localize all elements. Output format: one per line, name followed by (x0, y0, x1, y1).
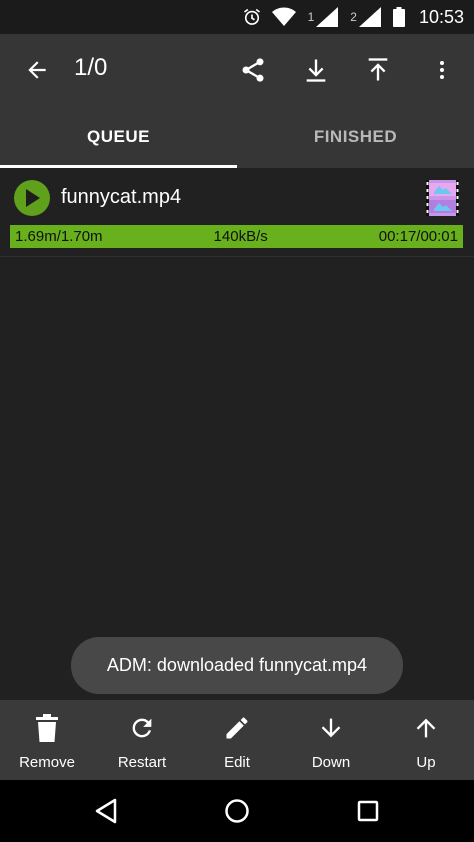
download-speed: 140kB/s (213, 228, 268, 245)
restart-button[interactable]: Restart (95, 700, 189, 780)
tab-finished[interactable]: FINISHED (237, 106, 474, 168)
download-time: 00:17/00:01 (378, 228, 458, 245)
share-button[interactable] (231, 48, 275, 92)
move-down-button[interactable]: Down (284, 700, 378, 780)
sim2-label: 2 (350, 10, 357, 24)
progress-text: 1.69m/1.70m 140kB/s 00:17/00:01 (10, 225, 463, 248)
roaming-indicator: R (322, 4, 330, 15)
move-up-button[interactable]: Up (379, 700, 473, 780)
tab-indicator (0, 165, 237, 168)
downloaded-size: 1.69m/1.70m (15, 228, 103, 245)
play-button[interactable] (14, 180, 50, 216)
video-file-icon (426, 180, 459, 216)
back-button[interactable] (15, 48, 59, 92)
edit-button[interactable]: Edit (190, 700, 284, 780)
circle-home-icon (225, 799, 249, 823)
sim2-signal: 2 (350, 7, 381, 27)
signal-icon: R (316, 4, 339, 27)
arrow-up-icon (416, 718, 436, 738)
arrow-down-icon (321, 718, 341, 738)
download-count: 1/0 (74, 54, 108, 81)
signal-icon (358, 7, 381, 27)
trash-icon (36, 714, 58, 742)
toolbar: 1/0 (0, 34, 474, 106)
remove-button[interactable]: Remove (0, 700, 94, 780)
download-icon (306, 59, 326, 82)
share-icon (242, 58, 264, 82)
edit-label: Edit (224, 754, 250, 771)
sim1-label: 1 (307, 10, 315, 24)
app-bar: 1/0 QUEUE FINISHED (0, 34, 474, 168)
upload-icon (368, 58, 388, 81)
nav-home-button[interactable] (217, 791, 257, 831)
download-item[interactable]: funnycat.mp4 1.69m/1.70m 140kB/s 00:17/0… (0, 172, 474, 257)
nav-back-button[interactable] (86, 791, 126, 831)
alarm-icon (242, 7, 262, 27)
play-icon (26, 189, 40, 207)
sim1-signal: 1 R (307, 4, 339, 27)
remove-label: Remove (19, 754, 75, 771)
clock: 10:53 (418, 6, 464, 27)
battery-icon (392, 7, 405, 27)
status-icons: 1 R 2 10:53 (242, 0, 464, 34)
progress-bar: 1.69m/1.70m 140kB/s 00:17/00:01 (10, 225, 463, 248)
file-name: funnycat.mp4 (61, 186, 182, 208)
tabs: QUEUE FINISHED (0, 106, 474, 168)
triangle-back-icon (95, 798, 117, 824)
system-navigation-bar (0, 780, 474, 842)
status-bar: 1 R 2 10:53 (0, 0, 474, 34)
bottom-action-bar: Remove Restart Edit Down Up (0, 700, 474, 780)
down-label: Down (311, 754, 351, 771)
restart-label: Restart (117, 754, 167, 771)
upload-to-top-button[interactable] (356, 48, 400, 92)
wifi-icon (271, 7, 296, 27)
download-button[interactable] (294, 48, 338, 92)
pencil-icon (226, 717, 248, 739)
more-options-button[interactable] (420, 48, 464, 92)
square-recents-icon (357, 800, 379, 822)
more-vert-icon (440, 61, 444, 79)
nav-recents-button[interactable] (348, 791, 388, 831)
back-arrow-icon (28, 61, 46, 79)
up-label: Up (416, 754, 436, 771)
refresh-icon (132, 718, 152, 738)
tab-queue[interactable]: QUEUE (0, 106, 237, 168)
toast-message: ADM: downloaded funnycat.mp4 (71, 637, 403, 694)
